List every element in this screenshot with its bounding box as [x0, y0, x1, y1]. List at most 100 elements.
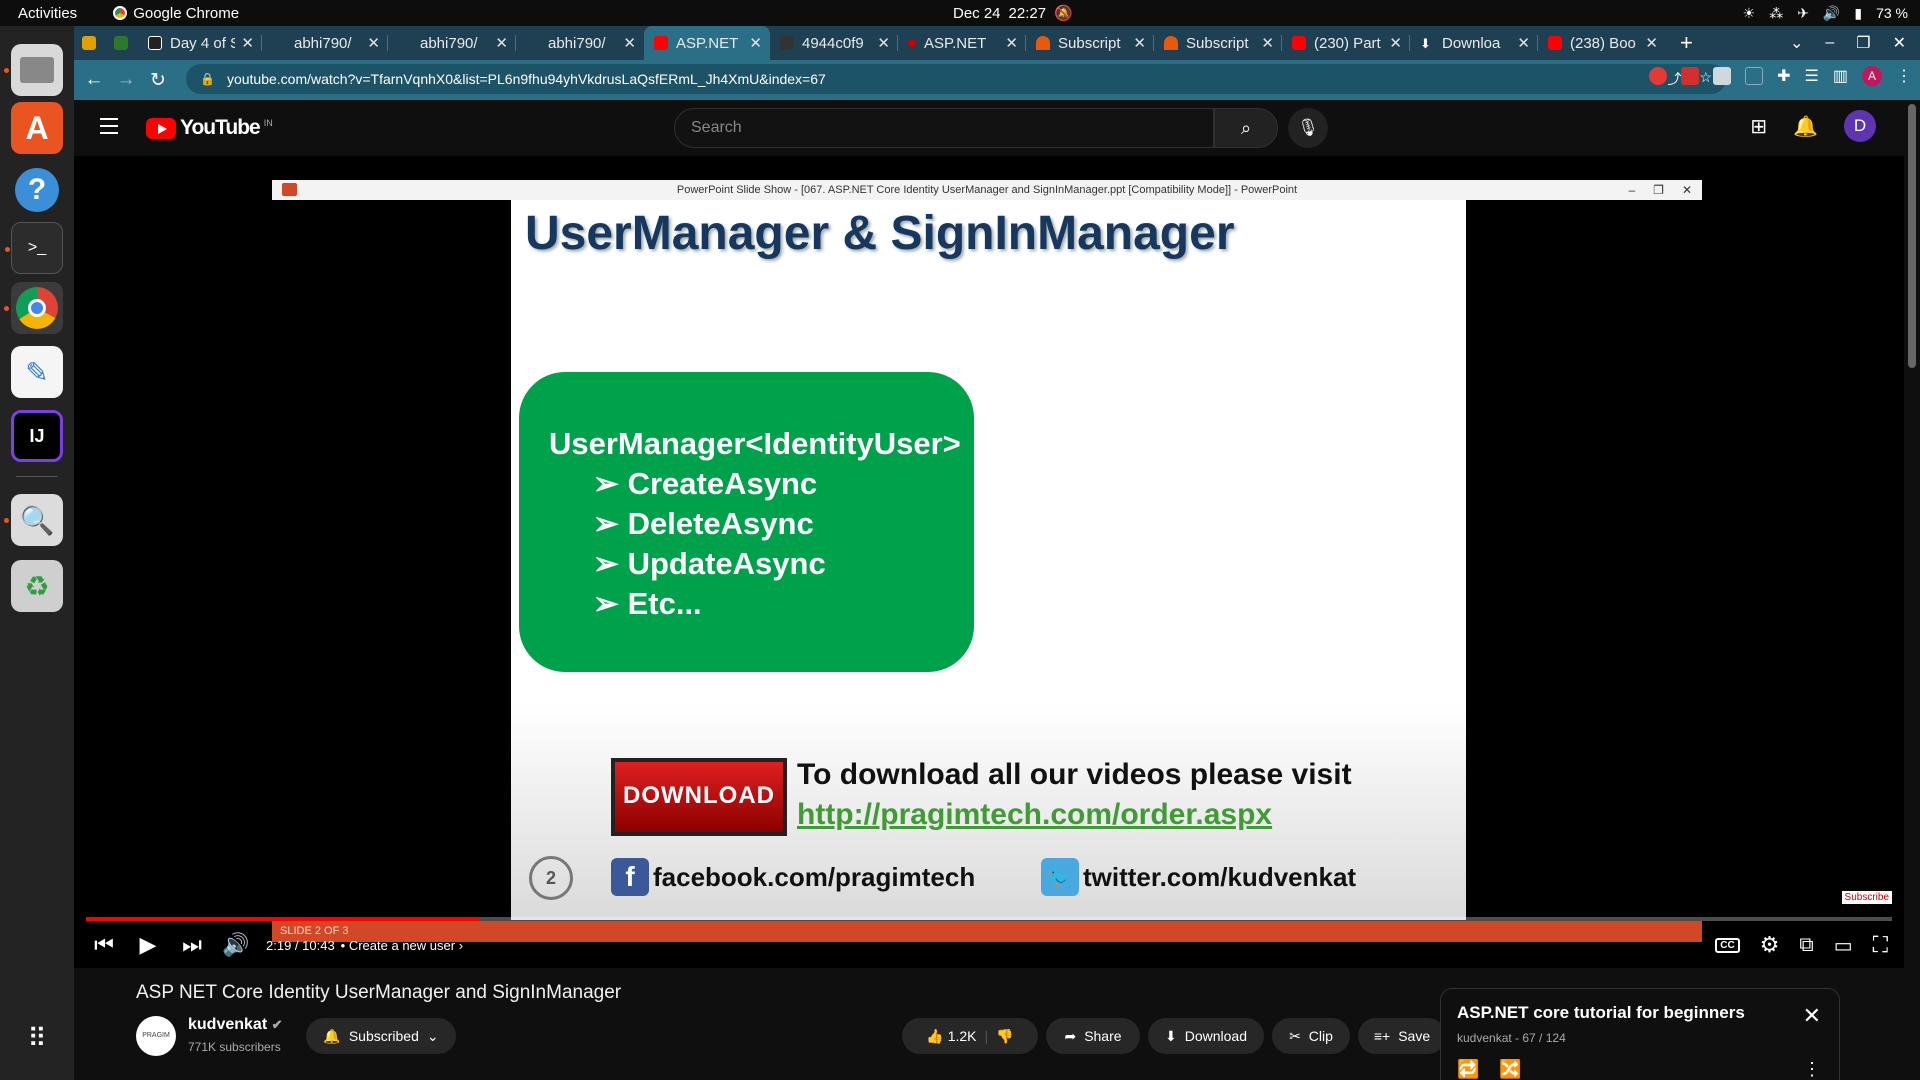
app-grid-icon[interactable]: ⠿ — [11, 1012, 63, 1064]
like-button[interactable]: 👍 1.2K — [926, 1028, 976, 1045]
tab-8[interactable]: ASP.NET ✕ — [898, 26, 1026, 60]
address-bar[interactable]: 🔒 youtube.com/watch?v=TfarnVqnhX0&list=P… — [186, 64, 1726, 94]
tab-0[interactable] — [74, 26, 104, 60]
settings-gear-icon[interactable]: ⚙ — [1760, 932, 1780, 958]
previous-icon[interactable]: ⏮ — [82, 932, 126, 958]
page-scrollbar[interactable] — [1904, 100, 1920, 1080]
tab-close-icon[interactable]: ✕ — [1517, 34, 1530, 52]
tab-close-icon[interactable]: ✕ — [495, 34, 508, 52]
progress-bar[interactable] — [86, 917, 1892, 921]
tab-7[interactable]: 4944c0f9 ✕ — [770, 26, 898, 60]
forward-icon[interactable]: → — [110, 69, 142, 91]
app-menu[interactable]: Google Chrome — [113, 5, 239, 22]
tab-10[interactable]: Subscript ✕ — [1154, 26, 1282, 60]
channel-avatar[interactable]: PRAGIM — [136, 1016, 176, 1056]
extension-icon[interactable] — [1681, 67, 1700, 85]
voice-search-button[interactable]: 🎙 — [1288, 108, 1328, 148]
theater-mode-icon[interactable]: ▭ — [1834, 933, 1853, 958]
terminal-icon[interactable]: >_ — [5, 222, 63, 274]
activities-button[interactable]: Activities — [18, 5, 77, 22]
tab-5[interactable]: abhi790/ ✕ — [516, 26, 644, 60]
tab-3[interactable]: abhi790/ ✕ — [262, 26, 388, 60]
tab-close-icon[interactable]: ✕ — [1645, 34, 1658, 52]
side-panel-icon[interactable]: ▥ — [1833, 66, 1848, 86]
menu-icon[interactable] — [100, 118, 118, 139]
tab-12[interactable]: ⬇ Downloa ✕ — [1410, 26, 1538, 60]
youtube-logo[interactable]: YouTube IN — [146, 116, 273, 140]
youtube-wordmark: YouTube — [180, 116, 261, 139]
notifications-bell-icon[interactable]: 🔔 — [1793, 114, 1818, 139]
reload-icon[interactable]: ↻ — [142, 69, 174, 92]
tab-4[interactable]: abhi790/ ✕ — [388, 26, 516, 60]
tab-search-icon[interactable]: ⌄ — [1790, 33, 1803, 53]
subscribe-watermark[interactable]: Subscribe — [1841, 891, 1892, 904]
playlist-title[interactable]: ASP.NET core tutorial for beginners — [1457, 1003, 1745, 1023]
restore-icon[interactable]: ❐ — [1856, 33, 1870, 53]
chapter-title[interactable]: • Create a new user › — [341, 938, 463, 953]
tab-11[interactable]: (230) Part ✕ — [1282, 26, 1410, 60]
save-button[interactable]: ≡+ Save — [1358, 1018, 1446, 1054]
list-item: UpdateAsync — [593, 546, 826, 586]
playlist-more-icon[interactable]: ⋮ — [1803, 1059, 1821, 1080]
tab-close-icon[interactable]: ✕ — [749, 34, 762, 52]
fullscreen-icon[interactable]: ⛶ — [1873, 932, 1888, 958]
extension-icon[interactable] — [1649, 67, 1668, 85]
help-icon[interactable]: ? — [11, 164, 63, 216]
system-tray[interactable]: ☀ ⁂ ✈ 🔊 ▮ 73 % — [1743, 5, 1908, 22]
close-window-icon[interactable]: ✕ — [1893, 33, 1906, 53]
tab-2[interactable]: Day 4 of S ✕ — [138, 26, 262, 60]
minimize-icon[interactable]: – — [1825, 34, 1834, 52]
tab-close-icon[interactable]: ✕ — [877, 34, 890, 52]
clip-button[interactable]: ✂ Clip — [1272, 1018, 1350, 1054]
shuffle-icon[interactable]: 🔀 — [1499, 1059, 1521, 1080]
tab-close-icon[interactable]: ✕ — [1005, 34, 1018, 52]
tab-close-icon[interactable]: ✕ — [367, 34, 380, 52]
youtube-icon — [1548, 36, 1562, 50]
loop-icon[interactable]: 🔁 — [1457, 1059, 1479, 1080]
volume-icon[interactable]: 🔊 — [214, 932, 258, 958]
back-icon[interactable]: ← — [78, 69, 110, 91]
channel-name[interactable]: kudvenkat ✔ — [188, 1016, 283, 1034]
extension-icon[interactable] — [1745, 67, 1764, 85]
tab-close-icon[interactable]: ✕ — [1133, 34, 1146, 52]
captions-icon[interactable]: CC — [1715, 937, 1740, 953]
next-icon[interactable]: ⏭ — [170, 932, 214, 958]
chrome-menu-icon[interactable]: ⋮ — [1896, 66, 1912, 86]
share-button[interactable]: ➦ Share — [1046, 1018, 1140, 1054]
reading-list-icon[interactable]: ☰ — [1805, 66, 1819, 86]
search-button[interactable]: ⌕ — [1214, 108, 1278, 148]
lock-icon[interactable]: 🔒 — [200, 72, 215, 86]
new-tab-button[interactable]: + — [1680, 30, 1693, 56]
subscribed-button[interactable]: 🔔 Subscribed ⌄ — [306, 1018, 456, 1054]
network-icon: ⁂ — [1769, 4, 1784, 21]
miniplayer-icon[interactable]: ⧉ — [1799, 934, 1813, 957]
close-icon[interactable]: ✕ — [1803, 1003, 1821, 1029]
tab-13[interactable]: (238) Boo ✕ — [1538, 26, 1666, 60]
tab-close-icon[interactable]: ✕ — [623, 34, 636, 52]
thumbs-down-icon[interactable]: 👎 — [996, 1028, 1013, 1045]
create-video-icon[interactable]: ⊞ — [1750, 114, 1767, 139]
search-input[interactable]: Search — [674, 108, 1214, 148]
clock[interactable]: Dec 24 22:27 🔕 — [953, 4, 1073, 23]
video-player[interactable]: PowerPoint Slide Show - [067. ASP.NET Co… — [74, 156, 1904, 968]
files-icon[interactable] — [4, 44, 63, 96]
search-tool-icon[interactable]: 🔍 — [4, 494, 63, 546]
software-center-icon[interactable]: A — [11, 102, 63, 154]
tab-6-active[interactable]: ASP.NET ✕ — [644, 26, 770, 60]
intellij-icon[interactable]: IJ — [11, 410, 63, 462]
chrome-icon[interactable] — [4, 282, 63, 334]
play-icon[interactable]: ▶ — [126, 932, 170, 958]
tab-9[interactable]: Subscript ✕ — [1026, 26, 1154, 60]
account-avatar[interactable]: D — [1844, 110, 1876, 142]
tab-close-icon[interactable]: ✕ — [241, 34, 254, 52]
tab-1[interactable] — [104, 26, 138, 60]
text-editor-icon[interactable]: ✎ — [11, 346, 63, 398]
tab-close-icon[interactable]: ✕ — [1389, 34, 1402, 52]
trash-icon[interactable]: ♻ — [11, 560, 63, 612]
profile-avatar[interactable]: A — [1862, 66, 1882, 86]
extensions-puzzle-icon[interactable]: ✚ — [1777, 66, 1790, 86]
scrollbar-thumb[interactable] — [1908, 104, 1916, 368]
download-button[interactable]: ⬇ Download — [1148, 1018, 1264, 1054]
extension-icon[interactable] — [1713, 67, 1732, 85]
tab-close-icon[interactable]: ✕ — [1261, 34, 1274, 52]
